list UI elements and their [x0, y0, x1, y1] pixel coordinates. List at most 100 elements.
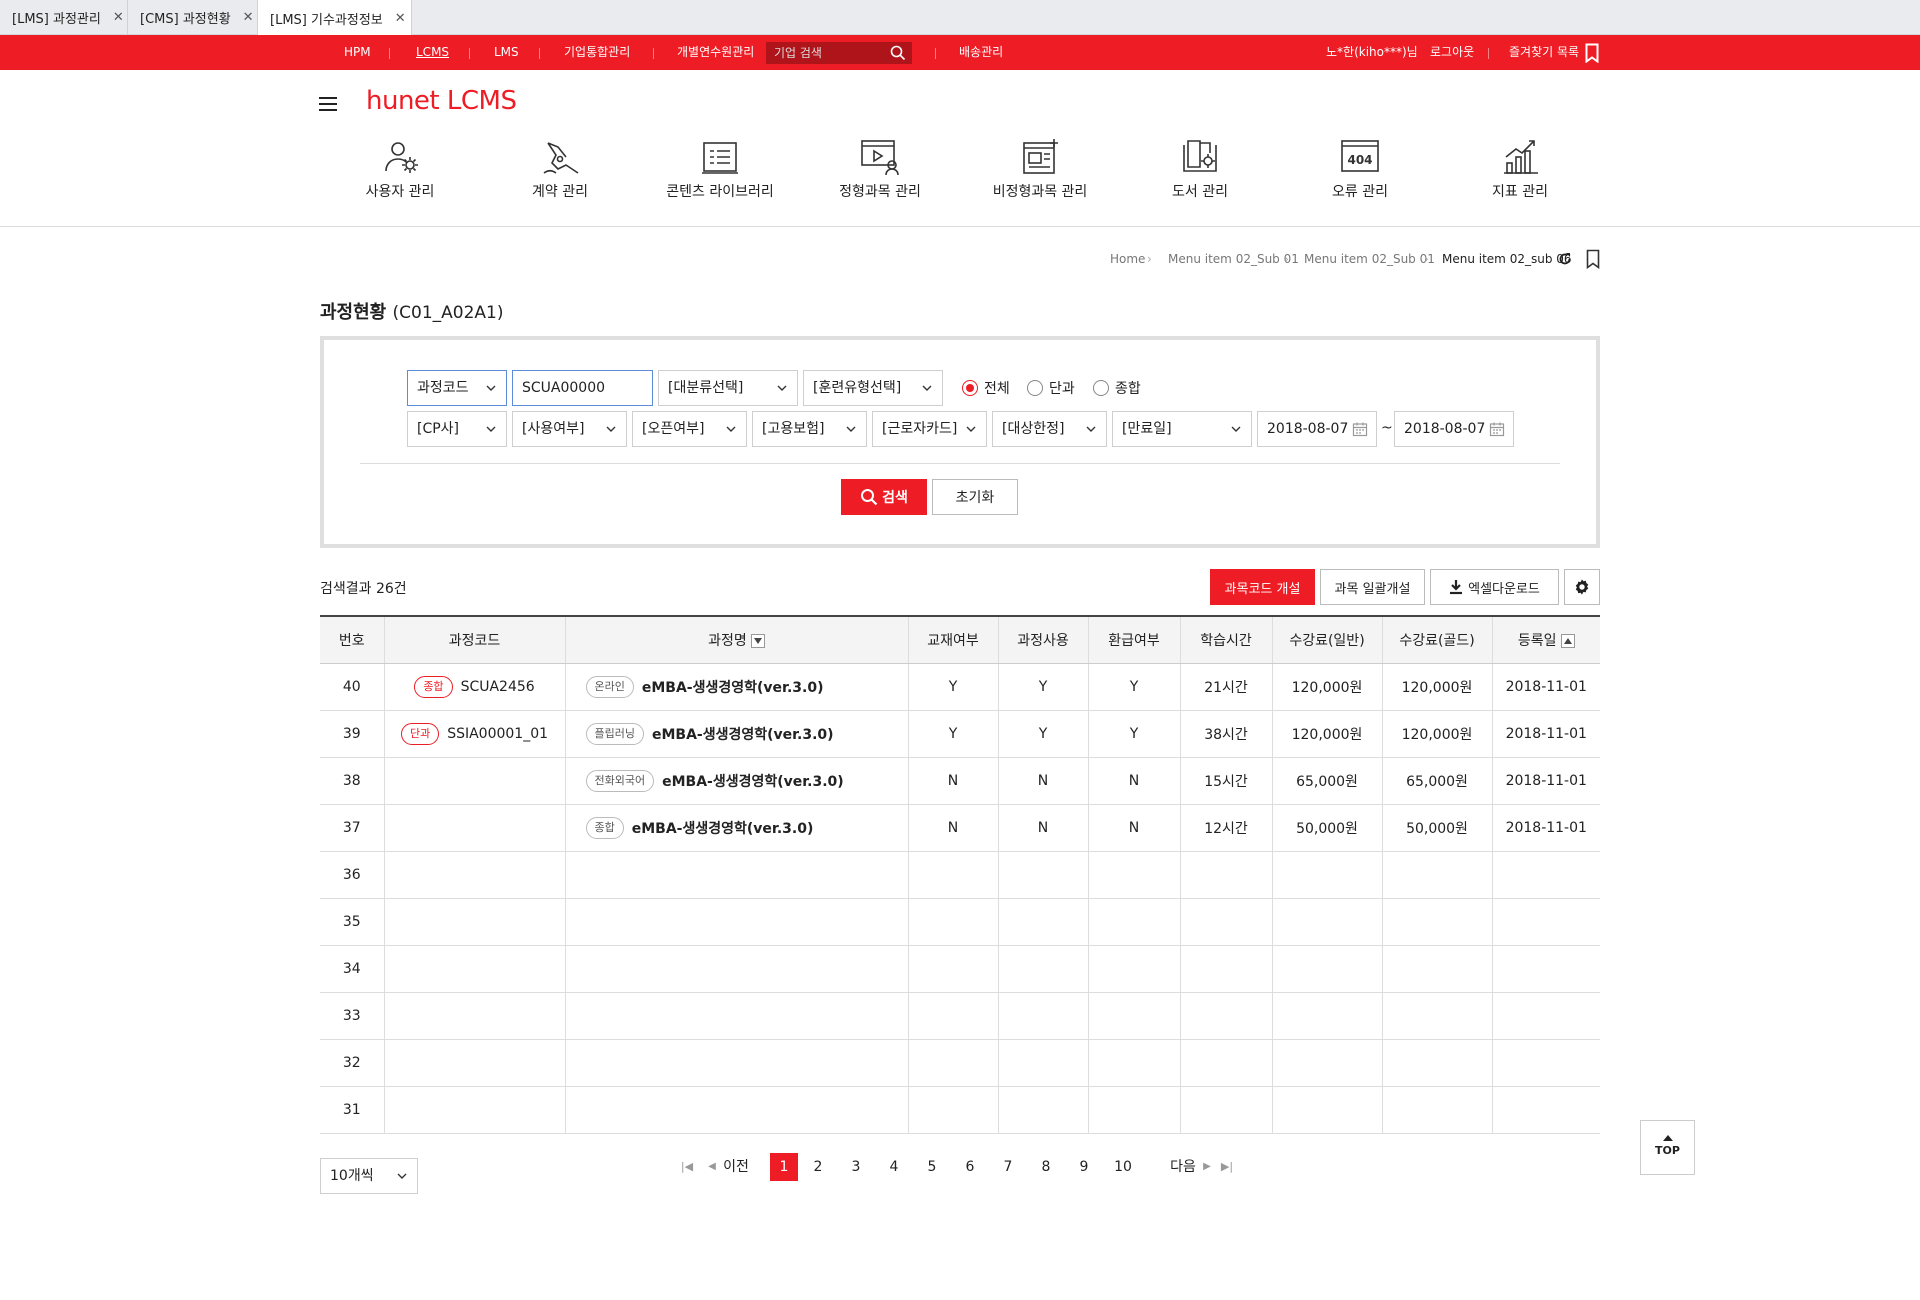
radio-single[interactable]: 단과	[1027, 378, 1075, 398]
course-type-badge: 종합	[585, 816, 624, 839]
expire-select[interactable]: [만료일]	[1112, 411, 1252, 447]
nav-individual-mgmt[interactable]: 개별연수원관리	[677, 35, 754, 70]
breadcrumb-item[interactable]: Menu item 02_Sub 01	[1304, 249, 1435, 269]
first-page-icon[interactable]: |◀	[680, 1152, 694, 1182]
bulk-open-button[interactable]: 과목 일괄개설	[1320, 569, 1425, 605]
next-arrow-icon[interactable]: ▶	[1202, 1152, 1212, 1182]
calendar-icon[interactable]	[1352, 421, 1368, 437]
menu-contract-management[interactable]: 계약 관리	[480, 135, 640, 201]
chevron-right-icon: ›	[1424, 252, 1429, 266]
column-header-sortable[interactable]: 등록일	[1491, 615, 1600, 664]
worker-card-select[interactable]: [근로자카드]	[872, 411, 987, 447]
course-name-link[interactable]: eMBA-생생경영학(ver.3.0)	[652, 727, 834, 743]
open-select[interactable]: [오픈여부]	[632, 411, 747, 447]
menu-content-library[interactable]: 콘텐츠 라이브러리	[640, 135, 800, 201]
menu-user-management[interactable]: 사용자 관리	[320, 135, 480, 201]
page-9[interactable]: 9	[1074, 1152, 1094, 1182]
page-2[interactable]: 2	[808, 1152, 828, 1182]
next-page-button[interactable]: 다음	[1168, 1152, 1198, 1182]
date-from-input[interactable]: 2018-08-07	[1257, 411, 1377, 447]
table-row[interactable]: 39 단과 SSIA00001_01 플립러닝 eMBA-생생경영학(ver.3.0…	[320, 710, 1600, 758]
error-404-icon: 404	[1341, 140, 1379, 172]
nav-hpm[interactable]: HPM	[344, 35, 371, 70]
table-row[interactable]: 36	[320, 851, 1600, 899]
column-header-sortable[interactable]: 과정명	[564, 615, 908, 664]
menu-book-management[interactable]: 도서 관리	[1120, 135, 1280, 201]
page-6[interactable]: 6	[960, 1152, 980, 1182]
page-7[interactable]: 7	[998, 1152, 1018, 1182]
last-page-icon[interactable]: ▶|	[1220, 1152, 1234, 1182]
nav-lms[interactable]: LMS	[494, 35, 519, 70]
training-type-select[interactable]: [훈련유형선택]	[803, 370, 943, 406]
open-course-code-button[interactable]: 과목코드 개설	[1210, 569, 1315, 605]
table-row[interactable]: 40 종합 SCUA2456 온라인 eMBA-생생경영학(ver.3.0) Y Y…	[320, 663, 1600, 711]
settings-button[interactable]	[1564, 569, 1600, 605]
table-row[interactable]: 37 종합 eMBA-생생경영학(ver.3.0) N N N 12시간 50,0…	[320, 804, 1600, 852]
close-icon[interactable]: ✕	[395, 11, 406, 26]
sort-down-icon[interactable]	[750, 633, 765, 648]
table-row[interactable]: 35	[320, 898, 1600, 946]
course-name-link[interactable]: eMBA-생생경영학(ver.3.0)	[642, 680, 824, 696]
company-search-input[interactable]: 기업 검색	[766, 42, 912, 64]
table-row[interactable]: 34	[320, 945, 1600, 993]
search-button[interactable]: 검색	[841, 479, 927, 515]
table-row[interactable]: 32	[320, 1039, 1600, 1087]
result-count: 검색결과 26건	[320, 581, 407, 597]
table-row[interactable]: 33	[320, 992, 1600, 1040]
favorites-link[interactable]: 즐겨찾기 목록	[1509, 35, 1579, 70]
hamburger-menu-icon[interactable]	[319, 97, 337, 111]
radio-combined[interactable]: 종합	[1093, 378, 1141, 398]
page-8[interactable]: 8	[1036, 1152, 1056, 1182]
close-icon[interactable]: ✕	[243, 10, 254, 25]
browser-tab[interactable]: [LMS] 과정관리 ✕	[0, 0, 128, 35]
prev-arrow-icon[interactable]: ◀	[707, 1152, 717, 1182]
prev-page-button[interactable]: 이전	[721, 1152, 751, 1182]
search-icon[interactable]	[890, 45, 906, 61]
page-3[interactable]: 3	[846, 1152, 866, 1182]
reset-button[interactable]: 초기화	[932, 479, 1018, 515]
sort-up-icon[interactable]	[1560, 633, 1575, 648]
table-row[interactable]: 31	[320, 1086, 1600, 1134]
cell-no: 38	[320, 757, 384, 805]
page-4[interactable]: 4	[884, 1152, 904, 1182]
browser-tab[interactable]: [CMS] 과정현황 ✕	[128, 0, 258, 35]
course-name-link[interactable]: eMBA-생생경영학(ver.3.0)	[662, 774, 844, 790]
insurance-select[interactable]: [고용보험]	[752, 411, 867, 447]
refresh-icon[interactable]	[1558, 252, 1572, 266]
page-size-select[interactable]: 10개씩	[320, 1158, 418, 1194]
excel-download-button[interactable]: 엑셀다운로드	[1430, 569, 1559, 605]
breadcrumb-item[interactable]: Menu item 02_Sub 01	[1168, 249, 1299, 269]
nav-company-mgmt[interactable]: 기업통합관리	[564, 35, 630, 70]
logo[interactable]: hunet LCMS	[366, 86, 517, 116]
bookmark-icon[interactable]	[1585, 43, 1599, 63]
browser-tab-active[interactable]: [LMS] 기수과정정보 ✕	[258, 0, 412, 36]
cp-select[interactable]: [CP사]	[407, 411, 507, 447]
use-select[interactable]: [사용여부]	[512, 411, 627, 447]
page-1-current[interactable]: 1	[770, 1153, 798, 1181]
calendar-icon[interactable]	[1489, 421, 1505, 437]
logout-link[interactable]: 로그아웃	[1430, 35, 1474, 70]
search-type-select[interactable]: 과정코드	[407, 370, 507, 406]
column-header: 수강료(일반)	[1271, 615, 1382, 664]
category-select[interactable]: [대분류선택]	[658, 370, 798, 406]
menu-error-management[interactable]: 404 오류 관리	[1280, 135, 1440, 201]
course-name-link[interactable]: eMBA-생생경영학(ver.3.0)	[632, 821, 814, 837]
menu-informal-course[interactable]: 비정형과목 관리	[960, 135, 1120, 201]
nav-delivery[interactable]: 배송관리	[959, 35, 1003, 70]
breadcrumb-item[interactable]: Home	[1110, 249, 1145, 269]
table-row[interactable]: 38 전화외국어 eMBA-생생경영학(ver.3.0) N N N 15시간 6…	[320, 757, 1600, 805]
course-table: 번호 과정코드 과정명 교재여부 과정사용 환급여부 학습시간 수강료(일반) …	[320, 615, 1600, 1134]
nav-lcms[interactable]: LCMS	[416, 35, 449, 70]
scroll-top-button[interactable]: TOP	[1640, 1120, 1695, 1175]
radio-all[interactable]: 전체	[962, 378, 1010, 398]
page-10[interactable]: 10	[1110, 1152, 1136, 1182]
date-to-input[interactable]: 2018-08-07	[1394, 411, 1514, 447]
cell-code: 단과 SSIA00001_01	[383, 710, 565, 758]
course-code-input[interactable]: SCUA00000	[512, 370, 653, 406]
bookmark-icon[interactable]	[1586, 249, 1600, 269]
menu-formal-course[interactable]: 정형과목 관리	[800, 135, 960, 201]
menu-indicator-management[interactable]: 지표 관리	[1440, 135, 1600, 201]
target-limit-select[interactable]: [대상한정]	[992, 411, 1107, 447]
close-icon[interactable]: ✕	[113, 10, 124, 25]
page-5[interactable]: 5	[922, 1152, 942, 1182]
